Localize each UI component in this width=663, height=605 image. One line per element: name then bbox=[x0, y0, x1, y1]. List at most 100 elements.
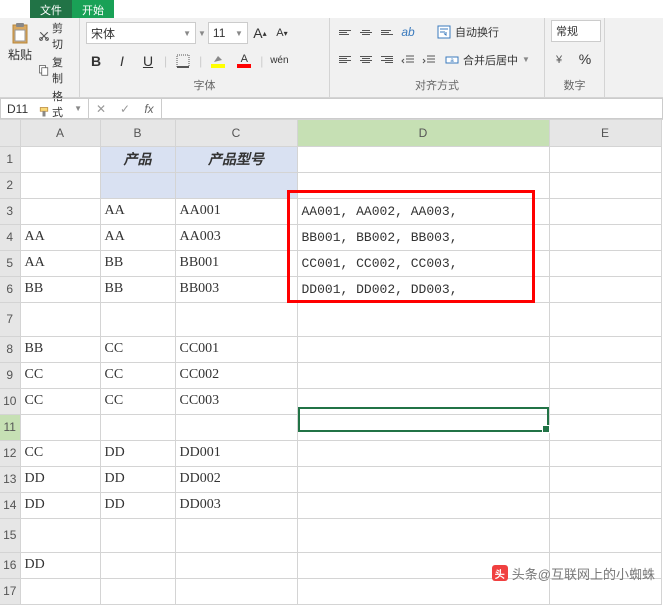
cell[interactable] bbox=[175, 518, 297, 552]
cell[interactable] bbox=[297, 388, 549, 414]
cell[interactable]: AA bbox=[100, 224, 175, 250]
row-header[interactable]: 3 bbox=[0, 198, 20, 224]
cell[interactable]: BB bbox=[100, 250, 175, 276]
fill-color-button[interactable] bbox=[208, 51, 228, 71]
cell[interactable]: DD002 bbox=[175, 466, 297, 492]
orientation-button[interactable]: ab bbox=[399, 23, 417, 41]
cell[interactable]: CC bbox=[20, 440, 100, 466]
cancel-formula-button[interactable]: ✕ bbox=[89, 102, 113, 116]
cell[interactable]: DD bbox=[20, 552, 100, 578]
cell[interactable]: CC bbox=[100, 362, 175, 388]
cell[interactable] bbox=[20, 172, 100, 198]
cell[interactable] bbox=[297, 466, 549, 492]
cell[interactable]: CC bbox=[100, 336, 175, 362]
cell[interactable] bbox=[175, 552, 297, 578]
cell[interactable] bbox=[100, 302, 175, 336]
underline-button[interactable]: U bbox=[138, 51, 158, 71]
row-header[interactable]: 12 bbox=[0, 440, 20, 466]
cell[interactable] bbox=[20, 302, 100, 336]
italic-button[interactable]: I bbox=[112, 51, 132, 71]
row-header[interactable]: 15 bbox=[0, 518, 20, 552]
col-header-e[interactable]: E bbox=[549, 120, 661, 146]
cell[interactable] bbox=[297, 362, 549, 388]
cell[interactable]: BB001, BB002, BB003, bbox=[297, 224, 549, 250]
cell[interactable]: DD001, DD002, DD003, bbox=[297, 276, 549, 302]
font-name-select[interactable]: 宋体▼ bbox=[86, 22, 196, 44]
wrap-text-button[interactable]: 自动换行 bbox=[433, 22, 503, 42]
tab-file[interactable]: 文件 bbox=[30, 0, 72, 18]
cell[interactable]: BB003 bbox=[175, 276, 297, 302]
cell[interactable] bbox=[100, 414, 175, 440]
cell[interactable]: BB bbox=[20, 276, 100, 302]
fx-button[interactable]: fx bbox=[137, 102, 161, 116]
cell[interactable]: BB bbox=[100, 276, 175, 302]
row-header[interactable]: 2 bbox=[0, 172, 20, 198]
align-top-button[interactable] bbox=[336, 23, 354, 41]
increase-indent-button[interactable] bbox=[420, 51, 438, 69]
row-header[interactable]: 11 bbox=[0, 414, 20, 440]
cell[interactable] bbox=[549, 466, 661, 492]
cell[interactable]: DD bbox=[100, 492, 175, 518]
cell[interactable]: AA bbox=[20, 224, 100, 250]
cell[interactable] bbox=[20, 414, 100, 440]
row-header[interactable]: 7 bbox=[0, 302, 20, 336]
cell[interactable] bbox=[549, 224, 661, 250]
align-middle-button[interactable] bbox=[357, 23, 375, 41]
cell[interactable]: DD bbox=[100, 466, 175, 492]
cell[interactable]: CC bbox=[20, 362, 100, 388]
select-all-corner[interactable] bbox=[0, 120, 20, 146]
cell[interactable]: AA003 bbox=[175, 224, 297, 250]
cell[interactable] bbox=[297, 492, 549, 518]
cell[interactable] bbox=[549, 440, 661, 466]
enter-formula-button[interactable]: ✓ bbox=[113, 102, 137, 116]
cell[interactable] bbox=[100, 578, 175, 604]
cell[interactable]: CC bbox=[100, 388, 175, 414]
cell[interactable]: DD001 bbox=[175, 440, 297, 466]
cell[interactable] bbox=[549, 276, 661, 302]
row-header[interactable]: 1 bbox=[0, 146, 20, 172]
cell[interactable]: AA bbox=[20, 250, 100, 276]
phonetic-button[interactable]: wén bbox=[269, 51, 289, 71]
cell[interactable] bbox=[549, 414, 661, 440]
cell[interactable] bbox=[549, 518, 661, 552]
increase-font-button[interactable]: A▴ bbox=[250, 23, 270, 43]
cell[interactable]: DD003 bbox=[175, 492, 297, 518]
name-box[interactable]: D11▼ bbox=[0, 98, 88, 119]
cell[interactable]: DD bbox=[20, 466, 100, 492]
cell[interactable] bbox=[20, 146, 100, 172]
cell[interactable] bbox=[175, 302, 297, 336]
row-header[interactable]: 9 bbox=[0, 362, 20, 388]
row-header[interactable]: 4 bbox=[0, 224, 20, 250]
cell[interactable] bbox=[100, 172, 175, 198]
decrease-font-button[interactable]: A▾ bbox=[272, 23, 292, 43]
cell[interactable]: BB bbox=[20, 336, 100, 362]
align-right-button[interactable] bbox=[378, 51, 396, 69]
formula-input[interactable] bbox=[161, 98, 663, 119]
cell[interactable] bbox=[549, 172, 661, 198]
currency-button[interactable]: ¥ bbox=[551, 49, 571, 69]
cell[interactable] bbox=[20, 578, 100, 604]
align-left-button[interactable] bbox=[336, 51, 354, 69]
cell[interactable]: CC bbox=[20, 388, 100, 414]
cell[interactable] bbox=[175, 578, 297, 604]
row-header[interactable]: 14 bbox=[0, 492, 20, 518]
cell[interactable]: CC003 bbox=[175, 388, 297, 414]
number-format-select[interactable]: 常规 bbox=[551, 20, 601, 42]
cell[interactable] bbox=[549, 492, 661, 518]
percent-button[interactable]: % bbox=[575, 49, 595, 69]
cell[interactable] bbox=[549, 336, 661, 362]
row-header[interactable]: 17 bbox=[0, 578, 20, 604]
row-header[interactable]: 16 bbox=[0, 552, 20, 578]
cell[interactable] bbox=[549, 250, 661, 276]
cell[interactable] bbox=[297, 146, 549, 172]
row-header[interactable]: 10 bbox=[0, 388, 20, 414]
cell[interactable] bbox=[549, 146, 661, 172]
tab-home[interactable]: 开始 bbox=[72, 0, 114, 18]
cell[interactable] bbox=[20, 518, 100, 552]
cell[interactable]: AA001, AA002, AA003, bbox=[297, 198, 549, 224]
col-header-c[interactable]: C bbox=[175, 120, 297, 146]
col-header-b[interactable]: B bbox=[100, 120, 175, 146]
grid[interactable]: A B C D E 1产品产品型号 2 3AAAA001AA001, AA002… bbox=[0, 120, 662, 605]
cell[interactable]: CC001 bbox=[175, 336, 297, 362]
col-header-a[interactable]: A bbox=[20, 120, 100, 146]
